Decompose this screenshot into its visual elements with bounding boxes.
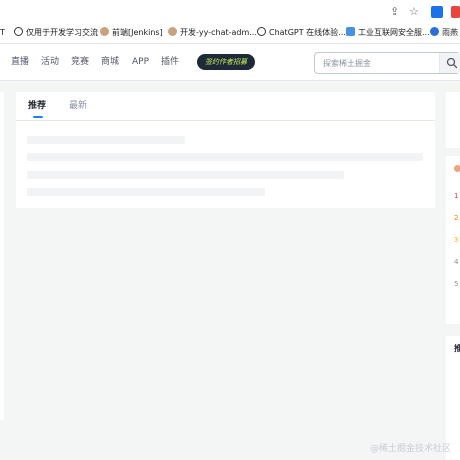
jenkins-icon bbox=[100, 27, 109, 36]
rank-number: 4 bbox=[454, 258, 459, 266]
skeleton-line bbox=[27, 153, 423, 161]
section-title: 推 bbox=[454, 344, 460, 353]
left-category-panel bbox=[0, 92, 4, 420]
bookmark-item[interactable]: 雨燕 bbox=[430, 27, 458, 39]
bookmarks-bar: T 仅用于开发学习交流 前端[Jenkins] 开发-yy-chat-adm..… bbox=[0, 24, 460, 44]
author-recruit-banner[interactable]: 签约作者招募 bbox=[197, 54, 255, 70]
tab-recommended[interactable]: 推荐 bbox=[28, 100, 46, 112]
site-navbar: 直播 活动 竞赛 商城 APP 插件 签约作者招募 探索稀土掘金 bbox=[0, 44, 460, 81]
skeleton-line bbox=[27, 188, 265, 196]
bookmark-item[interactable]: ChatGPT 在线体验... bbox=[257, 27, 346, 39]
feed-tabs: 推荐 最新 bbox=[16, 92, 435, 121]
nav-item-events[interactable]: 活动 bbox=[41, 56, 59, 68]
rank-number: 1 bbox=[454, 192, 459, 200]
share-icon[interactable]: ⇪ bbox=[390, 5, 399, 19]
search-box[interactable]: 探索稀土掘金 bbox=[314, 52, 460, 74]
watermark: @稀土掘金技术社区 bbox=[370, 444, 452, 454]
bookmark-item[interactable]: 开发-yy-chat-adm... bbox=[168, 27, 257, 39]
skeleton-line bbox=[27, 136, 185, 144]
extension-icon[interactable] bbox=[451, 6, 460, 18]
extension-icon[interactable] bbox=[431, 6, 443, 18]
nav-item-contest[interactable]: 竞赛 bbox=[71, 56, 89, 68]
active-tab-indicator bbox=[33, 116, 43, 118]
search-button[interactable] bbox=[439, 53, 460, 73]
sidebar-card bbox=[446, 92, 460, 148]
bookmark-item[interactable]: 工业互联网安全服... bbox=[346, 27, 430, 39]
nav-item-mall[interactable]: 商城 bbox=[101, 56, 119, 68]
rank-number: 3 bbox=[454, 236, 459, 244]
bookmark-item[interactable]: 前端[Jenkins] bbox=[100, 27, 163, 39]
bookmark-item[interactable]: T bbox=[0, 27, 5, 39]
search-input[interactable]: 探索稀土掘金 bbox=[323, 58, 371, 69]
nav-item-plugins[interactable]: 插件 bbox=[161, 56, 179, 68]
rank-number: 5 bbox=[454, 280, 459, 288]
bookmark-item[interactable]: 仅用于开发学习交流 bbox=[14, 27, 98, 39]
rank-number: 2 bbox=[454, 214, 459, 222]
search-icon bbox=[446, 57, 458, 69]
shield-icon bbox=[346, 27, 355, 36]
openai-icon bbox=[14, 27, 23, 36]
bookmark-star-icon[interactable]: ☆ bbox=[409, 5, 419, 19]
nav-item-app[interactable]: APP bbox=[132, 56, 149, 68]
tab-latest[interactable]: 最新 bbox=[69, 100, 87, 112]
avatar bbox=[454, 165, 460, 172]
article-feed: 推荐 最新 bbox=[16, 92, 435, 208]
openai-icon bbox=[257, 27, 266, 36]
sidebar-recommend-card: 推 bbox=[446, 336, 460, 460]
skeleton-line bbox=[27, 171, 344, 179]
nav-item-live[interactable]: 直播 bbox=[11, 56, 29, 68]
jenkins-icon bbox=[168, 27, 177, 36]
sidebar-author-card: 1 2 3 4 5 bbox=[446, 156, 460, 324]
swift-icon bbox=[430, 27, 439, 36]
browser-toolbar: ⇪ ☆ bbox=[0, 0, 460, 24]
